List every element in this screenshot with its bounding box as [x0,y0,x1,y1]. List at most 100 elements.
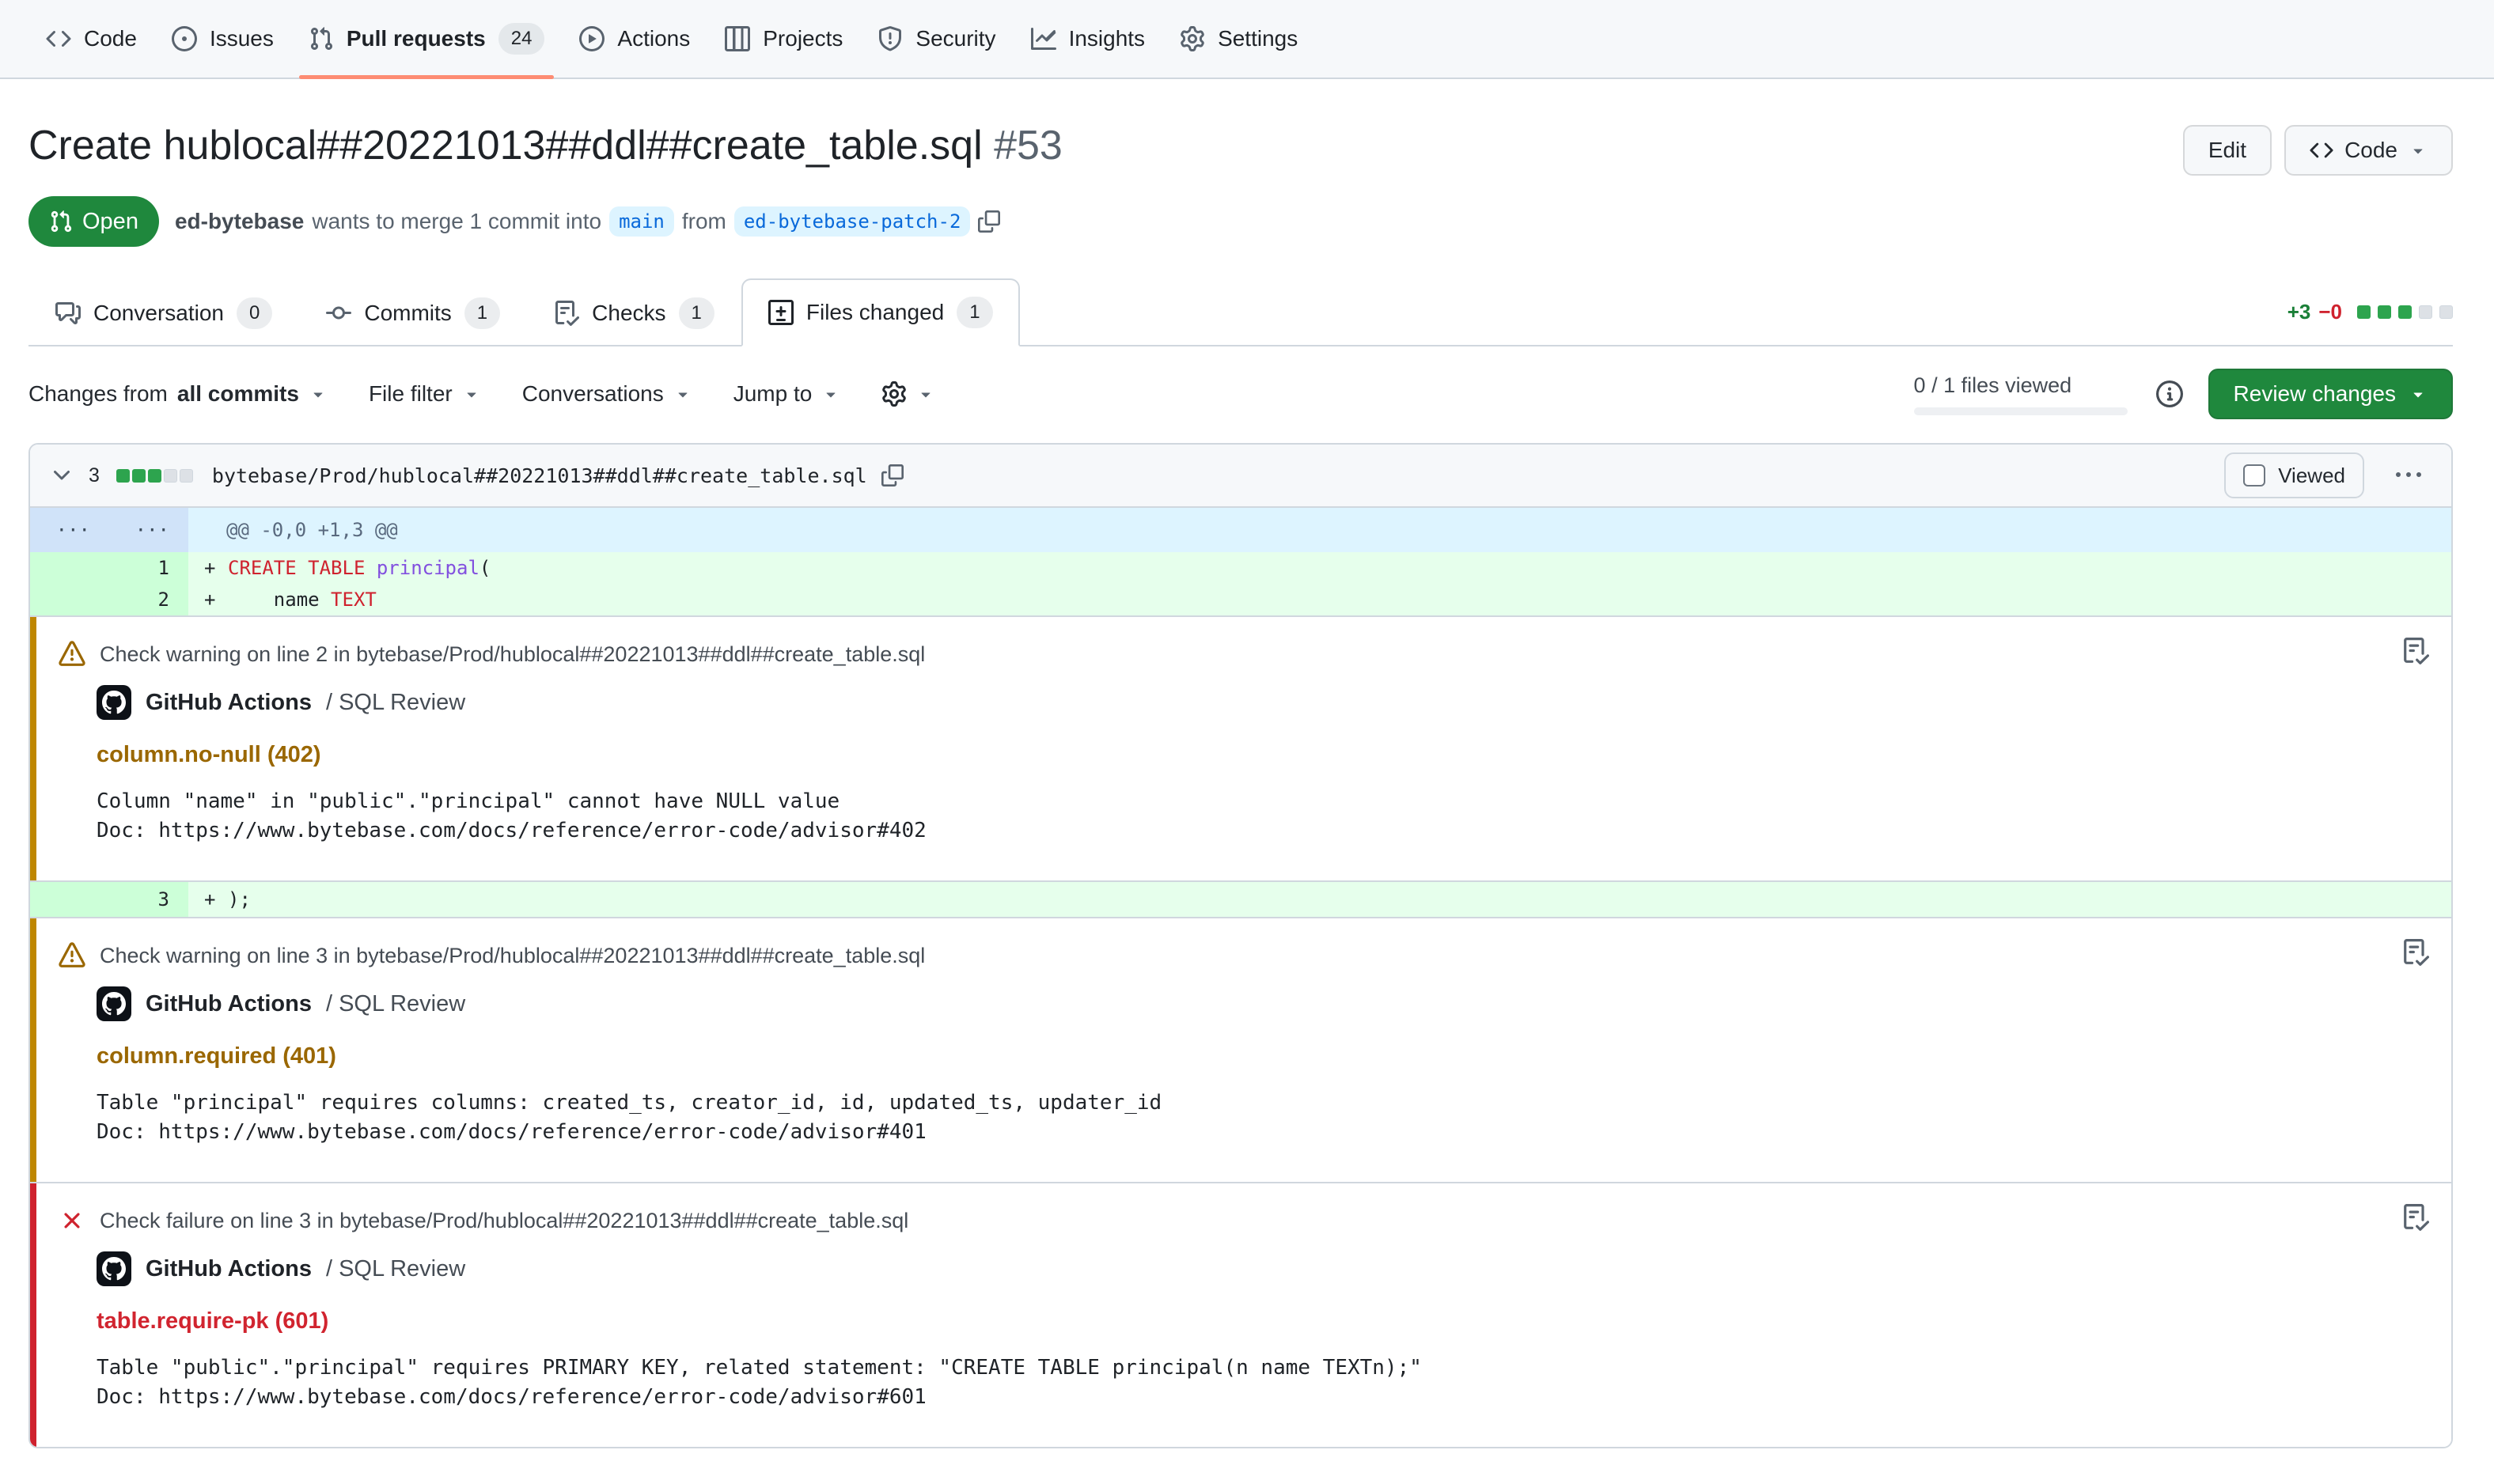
nav-label: Actions [617,26,690,51]
tab-commits[interactable]: Commits 1 [299,278,527,346]
github-actions-avatar[interactable] [97,986,131,1021]
chevron-down-icon [673,384,692,403]
deletions-count: −0 [2318,300,2342,324]
files-toolbar: Changes from all commits File filter Con… [28,369,2453,419]
viewed-checkbox[interactable] [2243,464,2265,486]
code-icon [2310,138,2333,162]
collapse-file-chevron-icon[interactable] [49,463,74,488]
view-check-icon[interactable] [2402,1204,2429,1231]
changes-from-dropdown[interactable]: Changes from all commits [28,381,328,407]
files-viewed-text: 0 / 1 files viewed [1914,373,2128,398]
diffstat-block [2439,305,2453,319]
new-line-number: 1 [109,552,188,584]
hunk-header-row[interactable]: ··· ··· @@ -0,0 +1,3 @@ [30,508,2451,552]
nav-item-pull-requests[interactable]: Pull requests 24 [294,0,559,78]
nav-item-settings[interactable]: Settings [1166,0,1312,78]
from-text: from [682,209,726,234]
code-button-label: Code [2344,138,2397,163]
edit-button[interactable]: Edit [2183,125,2272,176]
nav-item-issues[interactable]: Issues [157,0,288,78]
base-branch-label[interactable]: main [609,206,674,237]
gear-icon [881,381,907,407]
nav-label: Security [915,26,995,51]
new-line-number: 2 [109,584,188,615]
tab-checks[interactable]: Checks 1 [527,278,741,346]
code-token: ( [479,557,491,579]
status-label: Open [82,209,138,235]
nav-label: Pull requests [347,26,486,51]
old-line-number [30,584,109,615]
check-context: / SQL Review [326,991,465,1017]
github-actions-avatar[interactable] [97,685,131,720]
diff-line-3[interactable]: 3 +); [30,882,2451,917]
diffstat-block [164,469,177,483]
check-context: / SQL Review [326,690,465,716]
nav-label: Settings [1218,26,1298,51]
check-app-name[interactable]: GitHub Actions [146,690,312,716]
info-icon[interactable] [2156,380,2183,407]
diff-line-2[interactable]: 2 + name TEXT [30,584,2451,615]
nav-item-insights[interactable]: Insights [1017,0,1160,78]
file-diff-icon [768,300,794,325]
checklist-icon [554,301,579,326]
jump-to-dropdown[interactable]: Jump to [733,381,841,407]
diffstat-block [2398,305,2412,319]
tab-label: Files changed [806,300,944,325]
nav-item-code[interactable]: Code [32,0,151,78]
file-filter-dropdown[interactable]: File filter [369,381,481,407]
project-icon [725,26,750,51]
tab-conversation[interactable]: Conversation 0 [28,278,299,346]
file-path[interactable]: bytebase/Prod/hublocal##20221013##ddl##c… [212,464,867,487]
tab-files-changed[interactable]: Files changed 1 [741,278,1020,346]
file-diff-card: 3 bytebase/Prod/hublocal##20221013##ddl#… [28,443,2453,1448]
diffstat-block [116,469,130,483]
nav-item-security[interactable]: Security [863,0,1010,78]
viewed-toggle-button[interactable]: Viewed [2224,452,2364,498]
gear-icon [1180,26,1205,51]
files-viewed-progress-bar [1914,407,2128,415]
diffstat-block [132,469,146,483]
diff-sign: + [204,557,228,579]
nav-item-actions[interactable]: Actions [565,0,704,78]
diff-line-1[interactable]: 1 +CREATE TABLE principal( [30,552,2451,584]
tab-label: Checks [592,301,665,326]
pr-author[interactable]: ed-bytebase [175,209,304,234]
github-actions-avatar[interactable] [97,1251,131,1286]
shield-icon [877,26,903,51]
additions-count: +3 [2287,300,2311,324]
view-check-icon[interactable] [2402,939,2429,966]
review-changes-button[interactable]: Review changes [2208,369,2453,419]
pr-tabs: Conversation 0 Commits 1 Checks 1 Files … [28,278,2453,346]
copy-file-path-icon[interactable] [881,464,904,486]
diffstat-block [180,469,193,483]
alert-warning-icon [59,641,85,668]
check-annotation-warning-402: Check warning on line 2 in bytebase/Prod… [30,615,2451,882]
code-dropdown-button[interactable]: Code [2284,125,2453,176]
copy-branch-icon[interactable] [978,210,1000,233]
active-nav-underline [299,75,555,79]
conversations-dropdown[interactable]: Conversations [522,381,692,407]
git-pull-request-icon [309,26,334,51]
diff-sign: + [204,589,228,611]
check-context: / SQL Review [326,1256,465,1282]
file-filter-label: File filter [369,381,453,407]
diff-settings-dropdown[interactable] [881,381,935,407]
check-message: Table "principal" requires columns: crea… [97,1088,2420,1118]
annotation-severity-stripe [30,1183,36,1447]
hunk-gutter-new: ··· [109,508,188,552]
alert-warning-icon [59,942,85,969]
head-branch-label[interactable]: ed-bytebase-patch-2 [734,206,971,237]
repo-nav: Code Issues Pull requests 24 Actions Pro… [0,0,2494,79]
check-app-name[interactable]: GitHub Actions [146,1256,312,1282]
tab-label: Commits [364,301,451,326]
tab-label: Conversation [93,301,224,326]
check-doc-link: Doc: https://www.bytebase.com/docs/refer… [97,1383,2420,1412]
code-token: CREATE TABLE [228,557,377,579]
check-app-name[interactable]: GitHub Actions [146,991,312,1017]
x-failure-icon [59,1207,85,1234]
code-token: name [228,589,331,611]
kebab-menu-icon[interactable] [2396,463,2421,488]
chevron-down-icon [309,384,328,403]
nav-item-projects[interactable]: Projects [711,0,857,78]
view-check-icon[interactable] [2402,638,2429,664]
